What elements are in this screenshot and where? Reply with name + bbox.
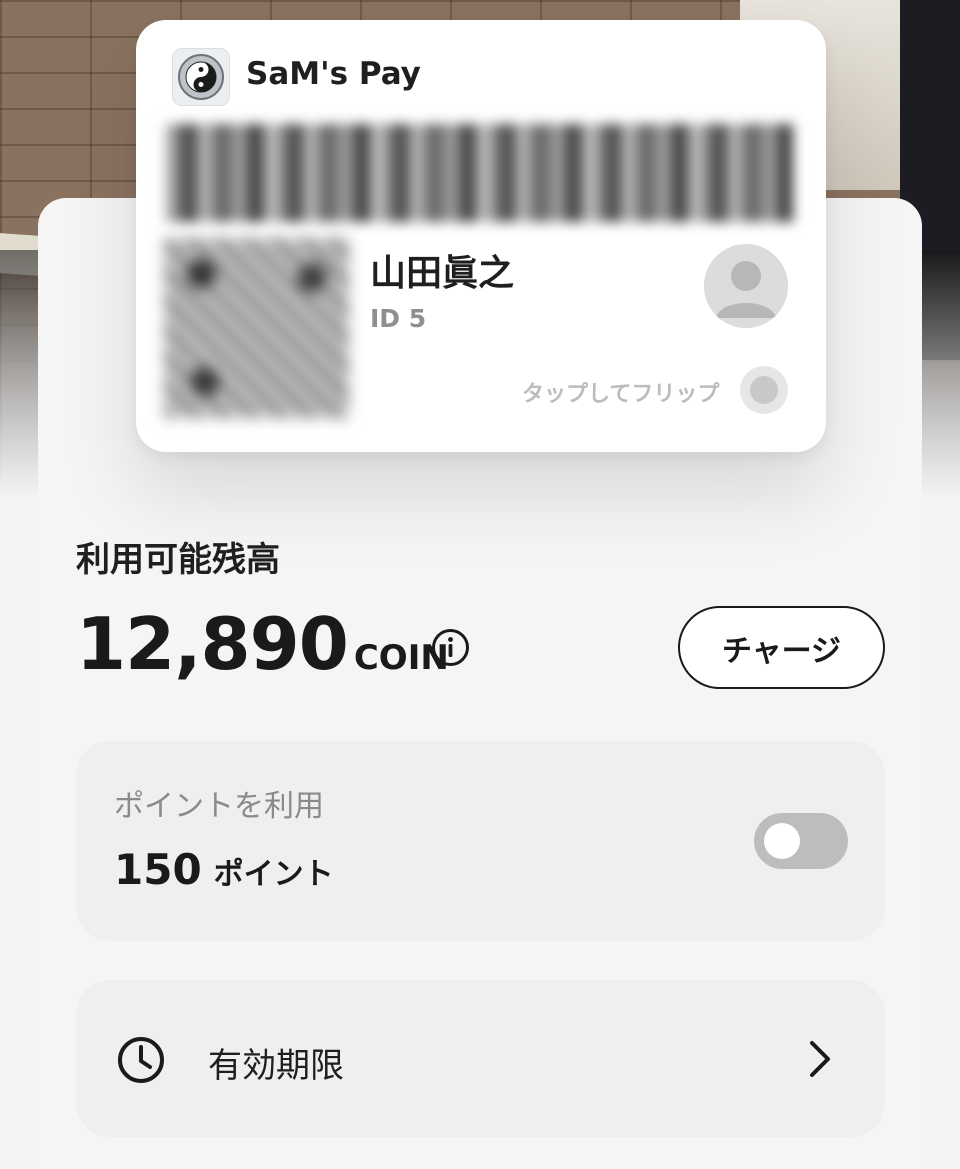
user-avatar-icon [704,244,788,328]
app-name: SaM's Pay [246,56,421,92]
barcode-blurred [164,124,794,222]
balance-row: 12,890 COIN [76,602,449,686]
balance-amount: 12,890 [76,602,349,686]
qr-code-blurred [164,238,349,418]
chevron-right-icon [804,1038,836,1080]
card-holder-id: ID 5 [370,304,427,333]
points-value-row: 150 ポイント [114,845,334,894]
flip-hint: タップしてフリップ [522,382,720,407]
yin-yang-logo-icon [172,48,230,106]
points-panel: ポイントを利用 150 ポイント [76,741,885,941]
flip-button[interactable] [740,366,788,414]
flip-dot-icon [750,376,778,404]
charge-button[interactable]: チャージ [678,606,885,689]
points-unit: ポイント [213,857,334,892]
use-points-toggle[interactable] [754,813,848,869]
points-value: 150 [114,845,202,894]
membership-card[interactable]: SaM's Pay 山田眞之 ID 5 タップしてフリップ [136,20,826,452]
info-icon[interactable] [431,628,470,667]
expiry-row[interactable]: 有効期限 [76,980,885,1137]
clock-icon [116,1035,166,1085]
card-holder-name: 山田眞之 [370,253,515,294]
points-title: ポイントを利用 [114,789,324,824]
balance-label: 利用可能残高 [76,540,280,580]
toggle-knob [764,823,800,859]
expiry-label: 有効期限 [208,1046,344,1086]
